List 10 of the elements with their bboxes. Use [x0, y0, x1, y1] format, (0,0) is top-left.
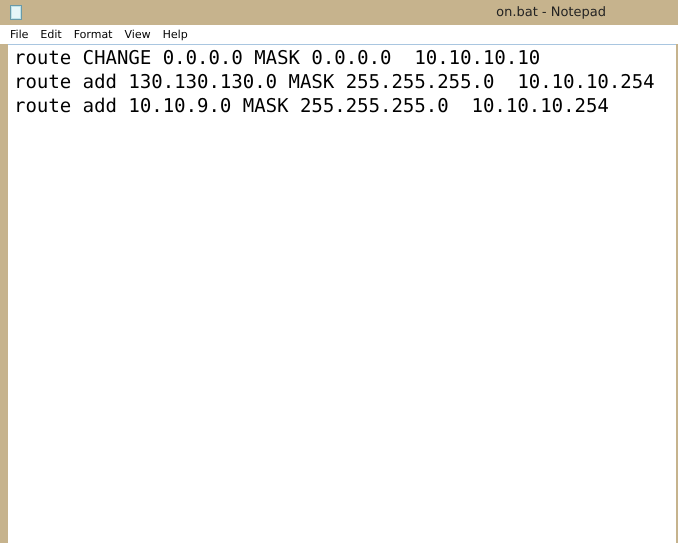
menu-item[interactable]: View	[118, 26, 157, 43]
text-line: route CHANGE 0.0.0.0 MASK 0.0.0.0 10.10.10.10	[14, 46, 540, 70]
menu-item[interactable]: Help	[156, 26, 194, 43]
window-title: on.bat - Notepad	[496, 5, 606, 20]
text-line: route add 10.10.9.0 MASK 255.255.255.0 10.10.10.254	[14, 94, 609, 118]
notepad-icon	[10, 5, 22, 20]
menu-item[interactable]: Format	[68, 26, 118, 43]
menu-item[interactable]: File	[4, 26, 34, 43]
menu-item[interactable]: Edit	[34, 26, 68, 43]
text-line: route add 130.130.130.0 MASK 255.255.255.0 10.10.10.254	[14, 70, 655, 94]
